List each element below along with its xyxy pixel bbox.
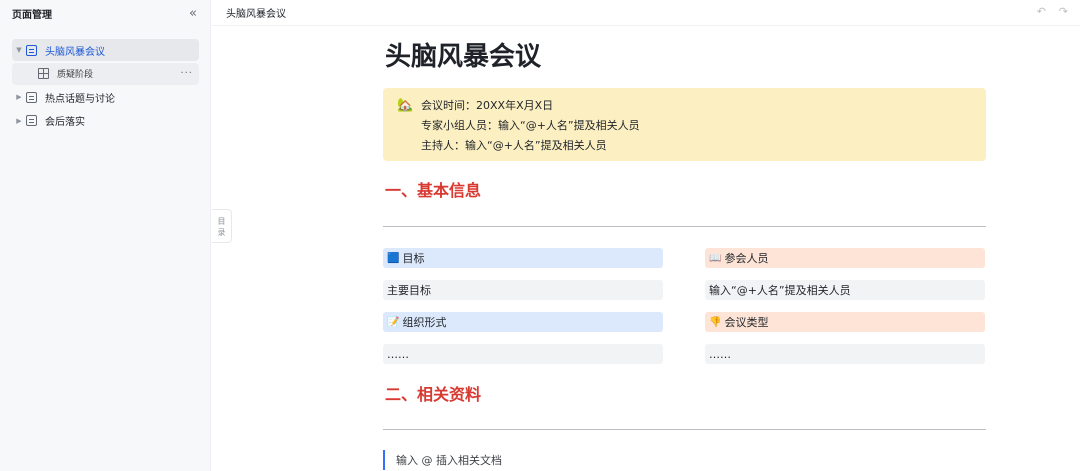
more-options-icon[interactable]: ··· <box>180 68 193 79</box>
type-value: …… <box>709 347 731 361</box>
attendees-value-cell[interactable]: 输入“@+人名”提及相关人员 <box>705 280 985 300</box>
type-header-cell[interactable]: 👎 会议类型 <box>705 312 985 332</box>
caret-right-icon[interactable]: ▶ <box>12 93 26 101</box>
blue-square-icon: 🟦 <box>387 252 400 264</box>
toc-label-1: 目 <box>217 217 226 226</box>
info-callout[interactable]: 🏡 会议时间：20XX年X月X日 专家小组人员：输入“@+人名”提及相关人员 主… <box>383 88 986 161</box>
section-divider <box>383 429 986 430</box>
meeting-time-line: 会议时间：20XX年X月X日 <box>421 99 554 112</box>
document-icon <box>26 91 37 103</box>
format-header-label: 组织形式 <box>402 316 447 329</box>
tree-item-hot-topics[interactable]: ▶ 热点话题与讨论 <box>12 86 199 108</box>
tree-item-follow-up[interactable]: ▶ 会后落实 <box>12 110 199 132</box>
type-header-label: 会议类型 <box>724 316 769 329</box>
tree-item-label: 会后落实 <box>45 117 85 128</box>
goal-header-label: 目标 <box>402 252 425 265</box>
sidebar-title: 页面管理 <box>12 9 52 21</box>
open-book-icon: 📖 <box>709 252 722 264</box>
tree-item-label: 质疑阶段 <box>57 70 94 80</box>
format-header-cell[interactable]: 📝 组织形式 <box>383 312 663 332</box>
document-breadcrumb-title: 头脑风暴会议 <box>226 9 286 20</box>
app-window: 页面管理 « ▼ 头脑风暴会议 质疑阶段 ··· ▶ 热点话题与讨论 ▶ 会后落… <box>0 0 1080 471</box>
section-heading-basic-info[interactable]: 一、基本信息 <box>385 177 481 201</box>
undo-icon[interactable]: ↶ <box>1037 5 1046 18</box>
attendees-header-cell[interactable]: 📖 参会人员 <box>705 248 985 268</box>
house-icon: 🏡 <box>397 98 414 113</box>
document-icon <box>26 115 37 126</box>
quote-placeholder: 输入 @ 插入相关文档 <box>396 454 502 467</box>
tree-item-label: 热点话题与讨论 <box>45 93 115 105</box>
goal-value-cell[interactable]: 主要目标 <box>383 280 663 300</box>
attendees-value: 输入“@+人名”提及相关人员 <box>709 284 851 297</box>
document-icon <box>26 44 37 56</box>
sidebar-header: 页面管理 « <box>0 0 211 26</box>
caret-right-icon[interactable]: ▶ <box>12 117 26 125</box>
caret-down-icon[interactable]: ▼ <box>12 46 26 54</box>
page-tree: ▼ 头脑风暴会议 质疑阶段 ··· ▶ 热点话题与讨论 ▶ 会后落实 <box>12 39 199 133</box>
insert-document-quote[interactable]: 输入 @ 插入相关文档 <box>383 450 502 470</box>
document-topbar: 头脑风暴会议 ↶ ↷ <box>212 0 1080 26</box>
toc-label-2: 录 <box>217 228 226 237</box>
redo-icon[interactable]: ↷ <box>1059 5 1068 18</box>
section-heading-related-materials[interactable]: 二、相关资料 <box>385 381 481 405</box>
thumbs-down-icon: 👎 <box>709 316 722 328</box>
page-title[interactable]: 头脑风暴会议 <box>385 36 541 73</box>
memo-icon: 📝 <box>387 316 400 328</box>
format-value: …… <box>387 347 409 361</box>
page-sidebar: 页面管理 « ▼ 头脑风暴会议 质疑阶段 ··· ▶ 热点话题与讨论 ▶ 会后落… <box>0 0 211 471</box>
format-value-cell[interactable]: …… <box>383 344 663 364</box>
type-value-cell[interactable]: …… <box>705 344 985 364</box>
table-of-contents-tab[interactable]: 目 录 <box>212 209 232 243</box>
attendees-header-label: 参会人员 <box>724 252 769 265</box>
tree-item-questioning[interactable]: 质疑阶段 ··· <box>12 62 199 85</box>
collapse-sidebar-icon[interactable]: « <box>189 7 197 20</box>
section-divider <box>383 226 986 227</box>
table-icon <box>38 68 49 79</box>
tree-item-label: 头脑风暴会议 <box>45 46 105 58</box>
host-line: 主持人：输入“@+人名”提及相关人员 <box>421 139 607 152</box>
goal-value: 主要目标 <box>387 284 431 297</box>
tree-item-brainstorm[interactable]: ▼ 头脑风暴会议 <box>12 39 199 61</box>
expert-group-line: 专家小组人员：输入“@+人名”提及相关人员 <box>421 119 640 132</box>
goal-header-cell[interactable]: 🟦 目标 <box>383 248 663 268</box>
